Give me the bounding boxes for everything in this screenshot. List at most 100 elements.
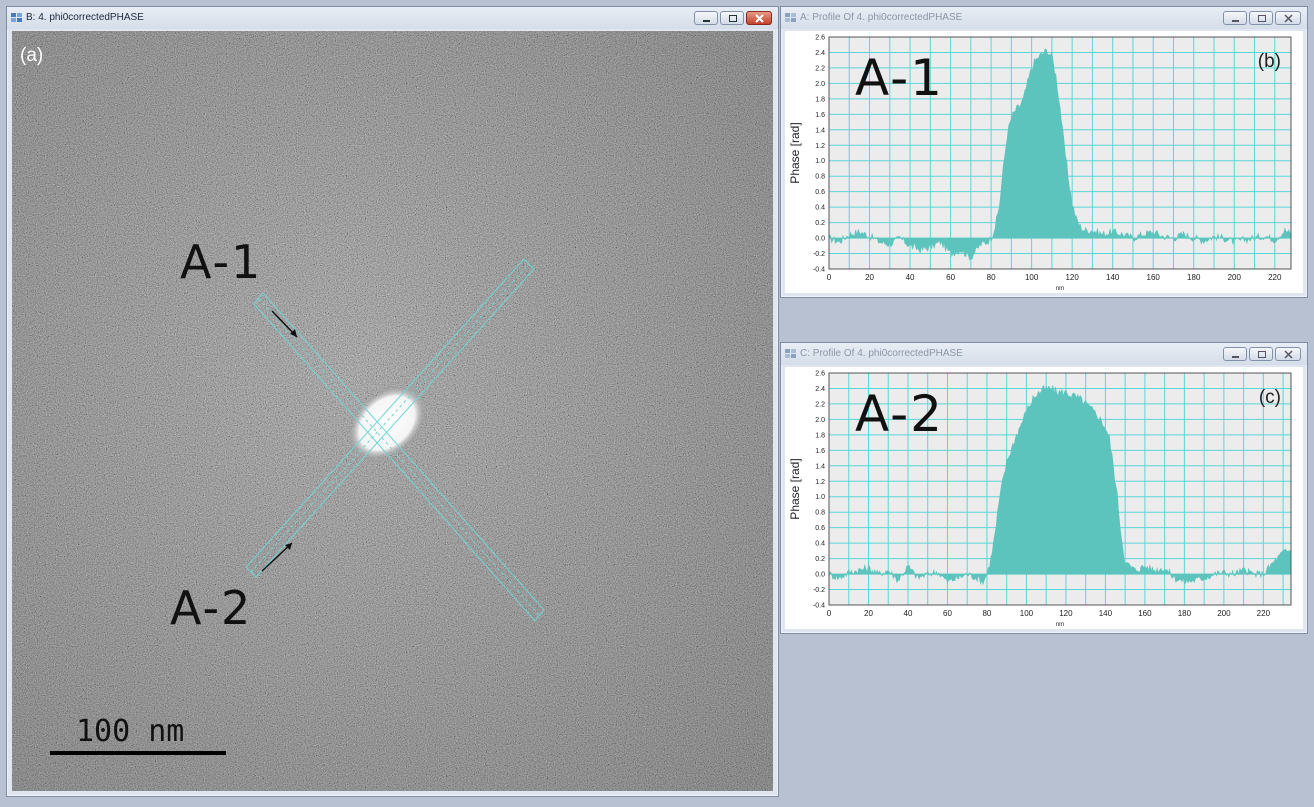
close-icon <box>1284 350 1293 359</box>
y-tick-label: 2.6 <box>815 371 825 378</box>
maximize-icon <box>729 15 737 22</box>
x-tick-label: 20 <box>864 609 873 618</box>
x-tick-label: 160 <box>1147 273 1161 282</box>
x-tick-label: 40 <box>906 273 915 282</box>
close-button[interactable] <box>746 11 772 25</box>
close-icon <box>755 14 764 23</box>
y-tick-label: 1.2 <box>815 143 825 150</box>
y-tick-label: 2.2 <box>815 65 825 72</box>
x-tick-label: 220 <box>1268 273 1282 282</box>
maximize-button[interactable] <box>720 11 744 25</box>
x-tick-label: 140 <box>1099 609 1113 618</box>
minimize-button[interactable] <box>1223 11 1247 25</box>
x-tick-label: 120 <box>1059 609 1073 618</box>
image-window-titlebar[interactable]: B: 4. phi0correctedPHASE <box>7 7 778 29</box>
phase-image[interactable] <box>12 31 773 791</box>
y-axis-label: Phase [rad] <box>788 458 802 519</box>
panel-label: (b) <box>1258 51 1281 72</box>
x-tick-label: 220 <box>1257 609 1271 618</box>
y-tick-label: -0.2 <box>813 251 825 258</box>
y-tick-label: 0.6 <box>815 189 825 196</box>
minimize-icon <box>1232 356 1239 358</box>
y-tick-label: 1.6 <box>815 448 825 455</box>
y-tick-label: 0.8 <box>815 174 825 181</box>
y-tick-label: 2.4 <box>815 50 825 57</box>
y-tick-label: -0.4 <box>813 603 825 610</box>
x-tick-label: 60 <box>943 609 952 618</box>
x-tick-label: 100 <box>1020 609 1034 618</box>
x-tick-label: 180 <box>1187 273 1201 282</box>
y-tick-label: 1.4 <box>815 463 825 470</box>
profile-window-a[interactable]: A: Profile Of 4. phi0correctedPHASE -0.4… <box>780 6 1308 298</box>
profile-chart-a2[interactable]: -0.4 -0.2 0.0 0.2 0.4 0.6 0.8 1.0 1.2 1.4 1.6 1.8 2.… <box>785 367 1303 629</box>
close-icon <box>1284 14 1293 23</box>
minimize-button[interactable] <box>1223 347 1247 361</box>
y-axis-label: Phase [rad] <box>788 122 802 183</box>
minimize-icon <box>1232 20 1239 22</box>
y-tick-label: 1.8 <box>815 432 825 439</box>
y-tick-label: 0.4 <box>815 205 825 212</box>
scalebar-label: 100 nm <box>76 714 185 749</box>
x-tick-label: 100 <box>1025 273 1039 282</box>
minimize-button[interactable] <box>694 11 718 25</box>
y-tick-label: 1.4 <box>815 127 825 134</box>
close-button[interactable] <box>1275 11 1301 25</box>
y-tick-label: -0.2 <box>813 587 825 594</box>
x-tick-label: 120 <box>1065 273 1079 282</box>
app-icon <box>785 349 796 358</box>
maximize-icon <box>1258 351 1266 358</box>
x-tick-label: 80 <box>987 273 996 282</box>
y-tick-label: 0.0 <box>815 236 825 243</box>
label-a2: A-2 <box>170 581 253 635</box>
image-viewport[interactable]: (a) A-1 A-2 100 nm <box>12 31 773 791</box>
app-icon <box>785 13 796 22</box>
x-tick-label: 180 <box>1178 609 1192 618</box>
x-tick-label: 200 <box>1228 273 1242 282</box>
profile-a-client: -0.4 -0.2 0.0 0.2 0.4 0.6 0.8 1.0 1.2 1.4 1.6 1.8 2.… <box>785 31 1303 293</box>
y-tick-label: 1.2 <box>815 479 825 486</box>
y-tick-label: 1.8 <box>815 96 825 103</box>
profile-label: A-2 <box>855 385 944 443</box>
image-window[interactable]: B: 4. phi0correctedPHASE (a) A-1 A-2 100… <box>6 6 779 797</box>
y-tick-label: 0.2 <box>815 556 825 563</box>
x-tick-label: 80 <box>982 609 991 618</box>
profile-chart-a1[interactable]: -0.4 -0.2 0.0 0.2 0.4 0.6 0.8 1.0 1.2 1.4 1.6 1.8 2.… <box>785 31 1303 293</box>
window-title: B: 4. phi0correctedPHASE <box>26 12 144 23</box>
x-tick-label: 200 <box>1217 609 1231 618</box>
x-tick-label: 160 <box>1138 609 1152 618</box>
maximize-button[interactable] <box>1249 11 1273 25</box>
profile-label: A-1 <box>855 49 944 107</box>
app-icon <box>11 13 22 22</box>
y-tick-label: 0.2 <box>815 220 825 227</box>
y-tick-label: 0.8 <box>815 510 825 517</box>
y-tick-label: 2.2 <box>815 401 825 408</box>
y-tick-label: 0.4 <box>815 541 825 548</box>
x-axis-label: nm <box>1056 286 1064 292</box>
x-tick-label: 140 <box>1106 273 1120 282</box>
y-tick-label: 2.6 <box>815 35 825 42</box>
y-tick-label: 0.6 <box>815 525 825 532</box>
y-tick-label: 1.6 <box>815 112 825 119</box>
close-button[interactable] <box>1275 347 1301 361</box>
x-tick-label: 0 <box>827 273 832 282</box>
x-tick-label: 0 <box>827 609 832 618</box>
y-tick-label: 1.0 <box>815 158 825 165</box>
y-tick-label: 2.0 <box>815 81 825 88</box>
minimize-icon <box>703 20 710 22</box>
profile-window-c[interactable]: C: Profile Of 4. phi0correctedPHASE -0.4… <box>780 342 1308 634</box>
window-title: A: Profile Of 4. phi0correctedPHASE <box>800 12 963 23</box>
x-tick-label: 40 <box>904 609 913 618</box>
maximize-icon <box>1258 15 1266 22</box>
label-a1: A-1 <box>180 235 263 289</box>
profile-c-titlebar[interactable]: C: Profile Of 4. phi0correctedPHASE <box>781 343 1307 365</box>
y-tick-label: 2.4 <box>815 386 825 393</box>
y-tick-label: 1.0 <box>815 494 825 501</box>
y-tick-label: 0.0 <box>815 572 825 579</box>
y-tick-label: 2.0 <box>815 417 825 424</box>
profile-c-client: -0.4 -0.2 0.0 0.2 0.4 0.6 0.8 1.0 1.2 1.4 1.6 1.8 2.… <box>785 367 1303 629</box>
x-tick-label: 20 <box>865 273 874 282</box>
panel-label-a: (a) <box>20 45 44 66</box>
x-axis-label: nm <box>1056 622 1064 628</box>
maximize-button[interactable] <box>1249 347 1273 361</box>
profile-a-titlebar[interactable]: A: Profile Of 4. phi0correctedPHASE <box>781 7 1307 29</box>
